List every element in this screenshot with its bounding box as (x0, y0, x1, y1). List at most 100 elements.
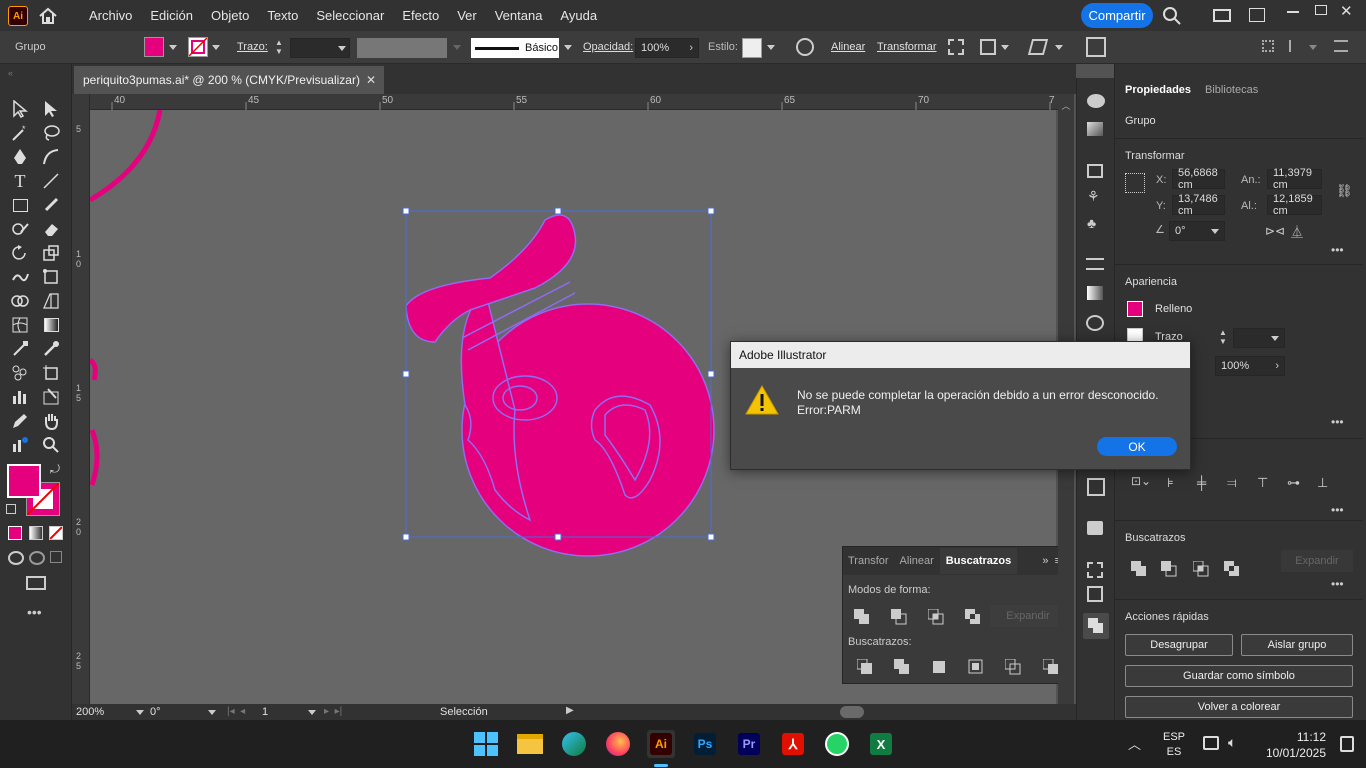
opacity-field[interactable]: 100% › (635, 38, 699, 58)
y-field[interactable]: 13,7486 cm (1172, 193, 1225, 217)
menu-ventana[interactable]: Ventana (486, 8, 552, 23)
stroke-swatch[interactable] (188, 37, 208, 57)
show-hidden-icons-icon[interactable]: ︿ (1128, 734, 1141, 753)
hand-tool-icon[interactable] (40, 410, 62, 432)
network-icon[interactable] (1203, 736, 1219, 750)
trim-icon[interactable] (894, 659, 910, 675)
flip-vertical-icon[interactable]: ⏅ (1291, 223, 1303, 240)
screen-mode-icon[interactable] (26, 576, 46, 590)
shape-builder-tool-icon[interactable] (9, 290, 31, 312)
brushes-icon[interactable]: ⚘ (1087, 188, 1103, 204)
home-icon[interactable] (38, 6, 58, 26)
distribute-icon[interactable] (1289, 40, 1301, 52)
illustrator-taskbar-icon[interactable]: Ai (647, 730, 675, 758)
gradient-mode-icon[interactable] (29, 526, 43, 540)
align-link[interactable]: Alinear (831, 41, 865, 53)
excel-icon[interactable]: X (867, 730, 895, 758)
minimize-icon[interactable] (1287, 11, 1299, 13)
paintbrush-tool-icon[interactable] (40, 194, 62, 216)
stroke-stepper[interactable]: ▲ ▼ (275, 38, 285, 58)
ungroup-button[interactable]: Desagrupar (1125, 634, 1233, 656)
isolate-group-button[interactable]: Aislar grupo (1241, 634, 1353, 656)
menu-objeto[interactable]: Objeto (202, 8, 258, 23)
recolor-icon[interactable] (796, 38, 814, 56)
more-options-icon[interactable]: ••• (1331, 415, 1344, 429)
rotate-tool-icon[interactable] (9, 242, 31, 264)
chevron-down-icon[interactable] (1001, 45, 1009, 50)
recolor-button[interactable]: Volver a colorear (1125, 696, 1353, 718)
direct-selection-tool-icon[interactable] (40, 98, 62, 120)
align-top-icon[interactable]: ⊤ (1257, 475, 1268, 491)
stroke-weight-field[interactable] (1233, 328, 1285, 348)
photoshop-icon[interactable]: Ps (691, 730, 719, 758)
acrobat-icon[interactable]: ⅄ (779, 730, 807, 758)
file-explorer-icon[interactable] (516, 730, 544, 758)
unite-icon[interactable] (854, 609, 870, 625)
save-as-symbol-button[interactable]: Guardar como símbolo (1125, 665, 1353, 687)
stroke-panel-icon[interactable] (1086, 258, 1104, 270)
reference-point-icon[interactable] (1125, 173, 1145, 193)
graphic-style-swatch[interactable] (742, 38, 762, 58)
tab-align[interactable]: Alinear (894, 555, 940, 567)
width-field[interactable]: 11,3979 cm (1267, 167, 1322, 191)
selection-tool-icon[interactable] (9, 98, 31, 120)
curvature-tool-icon[interactable] (40, 146, 62, 168)
chevron-down-icon[interactable] (1055, 45, 1063, 50)
artboard-field[interactable]: 1 (262, 704, 316, 720)
zoom-tool-icon[interactable] (40, 434, 62, 456)
opacity-field[interactable]: 100% › (1215, 356, 1285, 376)
comments-icon[interactable] (1087, 521, 1103, 535)
line-tool-icon[interactable] (40, 170, 62, 192)
lasso-tool-icon[interactable] (40, 122, 62, 144)
align-right-icon[interactable]: ⫤ (1227, 475, 1237, 491)
draw-normal-icon[interactable] (8, 551, 24, 565)
stroke-weight-stepper[interactable]: ▲ ▼ (1219, 328, 1229, 348)
divide-icon[interactable] (856, 658, 873, 675)
gradient-panel-icon[interactable] (1087, 286, 1103, 300)
pathfinder-panel-icon[interactable] (1083, 613, 1109, 639)
tab-libraries[interactable]: Bibliotecas (1201, 84, 1262, 96)
select-similar-icon[interactable] (1086, 37, 1106, 57)
stroke-weight-field[interactable] (290, 38, 350, 58)
align-center-icon[interactable]: ╪ (1197, 475, 1206, 490)
horizontal-scrollbar[interactable] (586, 706, 1046, 718)
swap-colors-icon[interactable]: ⤾ (50, 462, 60, 477)
height-field[interactable]: 12,1859 cm (1267, 193, 1322, 217)
eraser-tool-icon[interactable] (40, 218, 62, 240)
exclude-icon[interactable] (965, 609, 981, 625)
warp-tool-icon[interactable] (9, 266, 31, 288)
unite-icon[interactable] (1131, 561, 1147, 577)
panel-menu-icon[interactable] (1334, 40, 1348, 52)
constrain-proportions-icon[interactable]: ⛓ (1336, 183, 1353, 199)
more-options-icon[interactable]: ••• (1331, 503, 1344, 517)
align-panel-icon[interactable] (1087, 562, 1103, 578)
align-middle-icon[interactable]: ⊶ (1287, 475, 1300, 491)
tab-properties[interactable]: Propiedades (1115, 84, 1201, 96)
artboards-panel-icon[interactable] (1087, 478, 1105, 496)
tab-transform[interactable]: Transfor (843, 555, 894, 567)
workspace-icon[interactable] (1213, 9, 1231, 22)
none-mode-icon[interactable] (49, 526, 63, 540)
chevron-down-icon[interactable] (564, 45, 572, 50)
draw-inside-icon[interactable] (50, 551, 62, 563)
symbols-icon[interactable]: ♣ (1087, 215, 1103, 231)
intersect-icon[interactable] (1192, 560, 1209, 577)
menu-efecto[interactable]: Efecto (393, 8, 448, 23)
outline-icon[interactable] (1004, 658, 1021, 675)
envelope-distort-icon[interactable] (1027, 39, 1049, 55)
align-options-icon[interactable] (1262, 40, 1274, 52)
language-indicator[interactable]: ESP ES (1163, 730, 1185, 760)
exclude-icon[interactable] (1224, 561, 1240, 577)
minus-front-icon[interactable] (1161, 561, 1177, 577)
windows-start-icon[interactable] (472, 730, 500, 758)
premiere-icon[interactable]: Pr (735, 730, 763, 758)
chevron-down-icon[interactable] (767, 45, 775, 50)
chevron-down-icon[interactable] (1309, 45, 1317, 50)
clock[interactable]: 11:12 10/01/2025 (1258, 729, 1326, 761)
transform-panel-icon[interactable] (1087, 586, 1103, 602)
whatsapp-icon[interactable] (823, 730, 851, 758)
color-panel-icon[interactable] (1087, 94, 1105, 108)
opacity-label[interactable]: Opacidad: (583, 41, 633, 53)
chevron-down-icon[interactable] (212, 45, 220, 50)
document-tab[interactable]: periquito3pumas.ai* @ 200 % (CMYK/Previs… (74, 66, 384, 94)
